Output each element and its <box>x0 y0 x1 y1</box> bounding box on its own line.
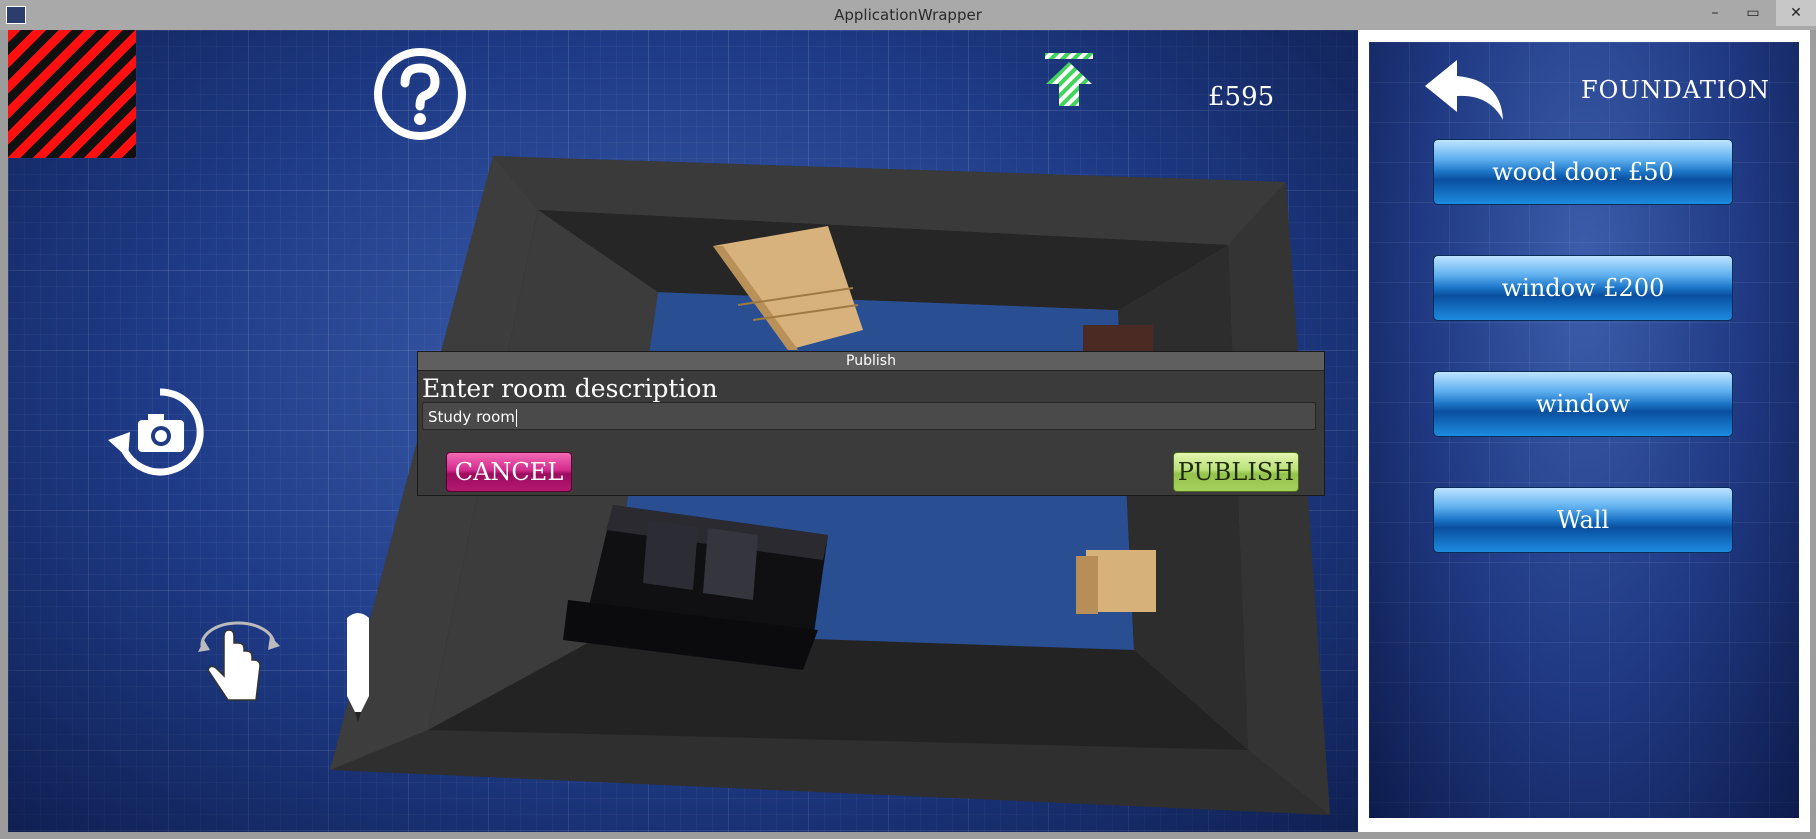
minimize-button[interactable]: – <box>1700 0 1730 26</box>
up-arrow-icon[interactable] <box>1044 52 1094 108</box>
wood-door-button[interactable]: wood door £50 <box>1433 139 1733 205</box>
rotate-hand-icon[interactable] <box>194 606 284 704</box>
window-title: ApplicationWrapper <box>834 6 982 24</box>
maximize-button[interactable]: ▭ <box>1738 0 1768 26</box>
dialog-prompt: Enter room description <box>422 374 718 403</box>
money-balance: £595 <box>1208 82 1275 112</box>
window-200-button[interactable]: window £200 <box>1433 255 1733 321</box>
text-caret <box>515 408 517 427</box>
window-button[interactable]: window <box>1433 371 1733 437</box>
wood-cabinet <box>1076 550 1156 614</box>
close-button[interactable]: ✕ <box>1776 0 1816 26</box>
help-icon[interactable] <box>372 46 468 142</box>
publish-dialog: Publish Enter room description Study roo… <box>417 351 1325 496</box>
window-controls: – ▭ ✕ <box>1692 0 1816 30</box>
cancel-button[interactable]: CANCEL <box>446 452 572 492</box>
window-titlebar: ApplicationWrapper – ▭ ✕ <box>0 0 1816 30</box>
dialog-title: Publish <box>418 352 1324 371</box>
back-arrow-icon[interactable] <box>1423 56 1507 122</box>
room-description-input[interactable]: Study room <box>422 402 1316 430</box>
room-description-value: Study room <box>428 408 515 426</box>
panel-title: FOUNDATION <box>1581 76 1770 104</box>
publish-button[interactable]: PUBLISH <box>1173 452 1299 492</box>
side-panel: FOUNDATION wood door £50 window £200 win… <box>1369 42 1799 818</box>
pen-icon[interactable] <box>343 608 373 726</box>
wall-button[interactable]: Wall <box>1433 487 1733 553</box>
camera-rotate-icon[interactable] <box>108 384 212 482</box>
